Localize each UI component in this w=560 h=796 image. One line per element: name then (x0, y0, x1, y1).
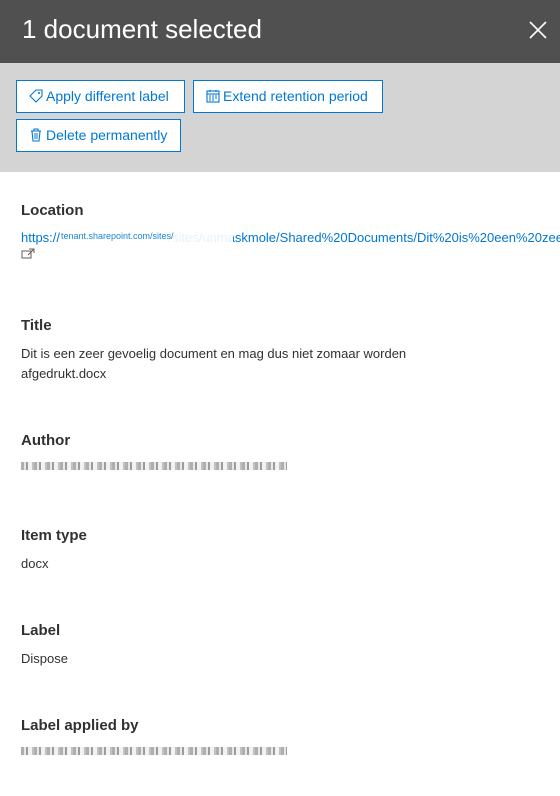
item-type-label: Item type (21, 527, 87, 544)
location-link[interactable]: https:// /sites/unmaskmole/Shared%20Docu… (21, 229, 560, 247)
location-url-start: https:// (21, 230, 61, 245)
title-value: Dit is een zeer gevoelig document en mag… (21, 346, 407, 381)
trash-icon (31, 128, 41, 142)
apply-different-label-button[interactable]: Apply different label (16, 80, 185, 113)
label-field: Label Dispose (21, 622, 560, 669)
delete-permanently-text: Delete permanently (46, 127, 168, 143)
item-type-field: Item type docx (21, 527, 560, 574)
label-applied-by-field: Label applied by (21, 717, 560, 755)
location-redacted-overlay: tenant.sharepoint.com/sites/ (61, 231, 233, 242)
panel-title: 1 document selected (22, 14, 262, 44)
location-field: Location https:// /sites/unmaskmole/Shar… (21, 202, 560, 259)
delete-permanently-button[interactable]: Delete permanently (16, 119, 181, 152)
location-label: Location (21, 202, 84, 219)
tag-icon (29, 89, 43, 103)
label-value: Dispose (21, 651, 68, 666)
details-content: Location https:// /sites/unmaskmole/Shar… (0, 172, 560, 796)
panel-header: 1 document selected (0, 0, 560, 63)
author-label: Author (21, 432, 71, 449)
label-applied-by-label: Label applied by (21, 717, 139, 734)
author-value-redacted (21, 462, 287, 470)
calendar-icon (206, 90, 220, 103)
title-field: Title Dit is een zeer gevoelig document … (21, 317, 560, 384)
title-label: Title (21, 317, 52, 334)
apply-different-label-text: Apply different label (46, 88, 169, 104)
extend-retention-period-button[interactable]: Extend retention period (193, 80, 383, 113)
action-toolbar: Apply different label Extend retention p… (0, 63, 560, 172)
author-field: Author (21, 432, 560, 470)
open-external-icon[interactable] (21, 248, 35, 259)
extend-retention-period-text: Extend retention period (223, 88, 368, 104)
close-icon[interactable] (528, 20, 548, 40)
label-applied-by-value-redacted (21, 747, 287, 755)
label-label: Label (21, 622, 61, 639)
item-type-value: docx (21, 556, 49, 571)
